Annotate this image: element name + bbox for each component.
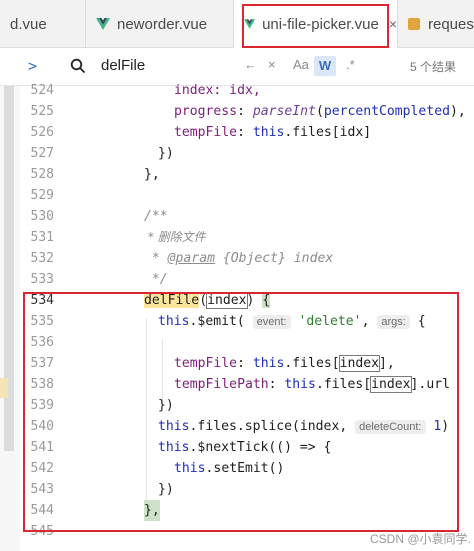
js-file-icon (408, 18, 420, 30)
code-line: 531 * 删除文件 (20, 227, 474, 248)
tab-label: reques (428, 15, 474, 33)
code-line: 528 }, (20, 164, 474, 185)
line-number: 528 (30, 167, 54, 182)
code-comment: /** (144, 209, 168, 224)
tab-d-vue[interactable]: d.vue (0, 0, 86, 48)
code-text: }) (158, 146, 174, 161)
search-result-count: 5 个结果 (410, 60, 457, 74)
tab-neworder-vue[interactable]: neworder.vue (86, 0, 234, 48)
line-number: 529 (30, 188, 54, 203)
line-number: 524 (30, 83, 54, 98)
code-comment: * 删除文件 (144, 230, 206, 244)
code-line: 530 /** (20, 206, 474, 227)
previous-match-icon[interactable]: ← (244, 57, 257, 72)
watermark: CSDN @小袁同学. (370, 532, 471, 546)
line-number: 526 (30, 125, 54, 140)
line-number: 525 (30, 104, 54, 119)
code-line: 533 */ (20, 269, 474, 290)
regex-button[interactable]: .* (346, 57, 355, 72)
tab-label: d.vue (10, 15, 47, 33)
clear-search-icon[interactable]: × (268, 57, 276, 72)
line-number: 527 (30, 146, 54, 161)
line-number: 531 (30, 230, 54, 245)
code-text: index: idx, (174, 83, 261, 98)
tab-label: neworder.vue (117, 15, 208, 33)
line-number: 533 (30, 272, 54, 287)
close-icon[interactable]: × (389, 16, 397, 32)
code-comment: * @param {Object} index (144, 251, 334, 266)
code-line: 527 }) (20, 143, 474, 164)
search-icon (70, 58, 86, 74)
code-text: progress: parseInt(percentCompleted), (174, 104, 466, 119)
line-number: 532 (30, 251, 54, 266)
vue-icon (96, 18, 110, 30)
line-number: 530 (30, 209, 54, 224)
code-line: 529 (20, 185, 474, 206)
code-line: 532 * @param {Object} index (20, 248, 474, 269)
code-line: 524 index: idx, (20, 80, 474, 101)
code-line: 526 tempFile: this.files[idx] (20, 122, 474, 143)
code-text: }, (144, 167, 160, 182)
code-text: tempFile: this.files[idx] (174, 125, 372, 140)
code-annotation-box (23, 292, 459, 532)
toggle-replace-chevron-icon[interactable]: > (28, 57, 37, 75)
code-comment: */ (144, 272, 168, 287)
change-marker (0, 378, 8, 398)
match-case-button[interactable]: Aa (293, 57, 309, 72)
tab-annotation-box (242, 4, 389, 48)
editor-tab-bar: d.vue neworder.vue uni-file-picker.vue ×… (0, 0, 474, 48)
tab-request[interactable]: reques (398, 0, 474, 48)
whole-word-button[interactable]: W (314, 56, 336, 76)
find-input[interactable]: delFile (101, 57, 145, 74)
code-line: 525 progress: parseInt(percentCompleted)… (20, 101, 474, 122)
